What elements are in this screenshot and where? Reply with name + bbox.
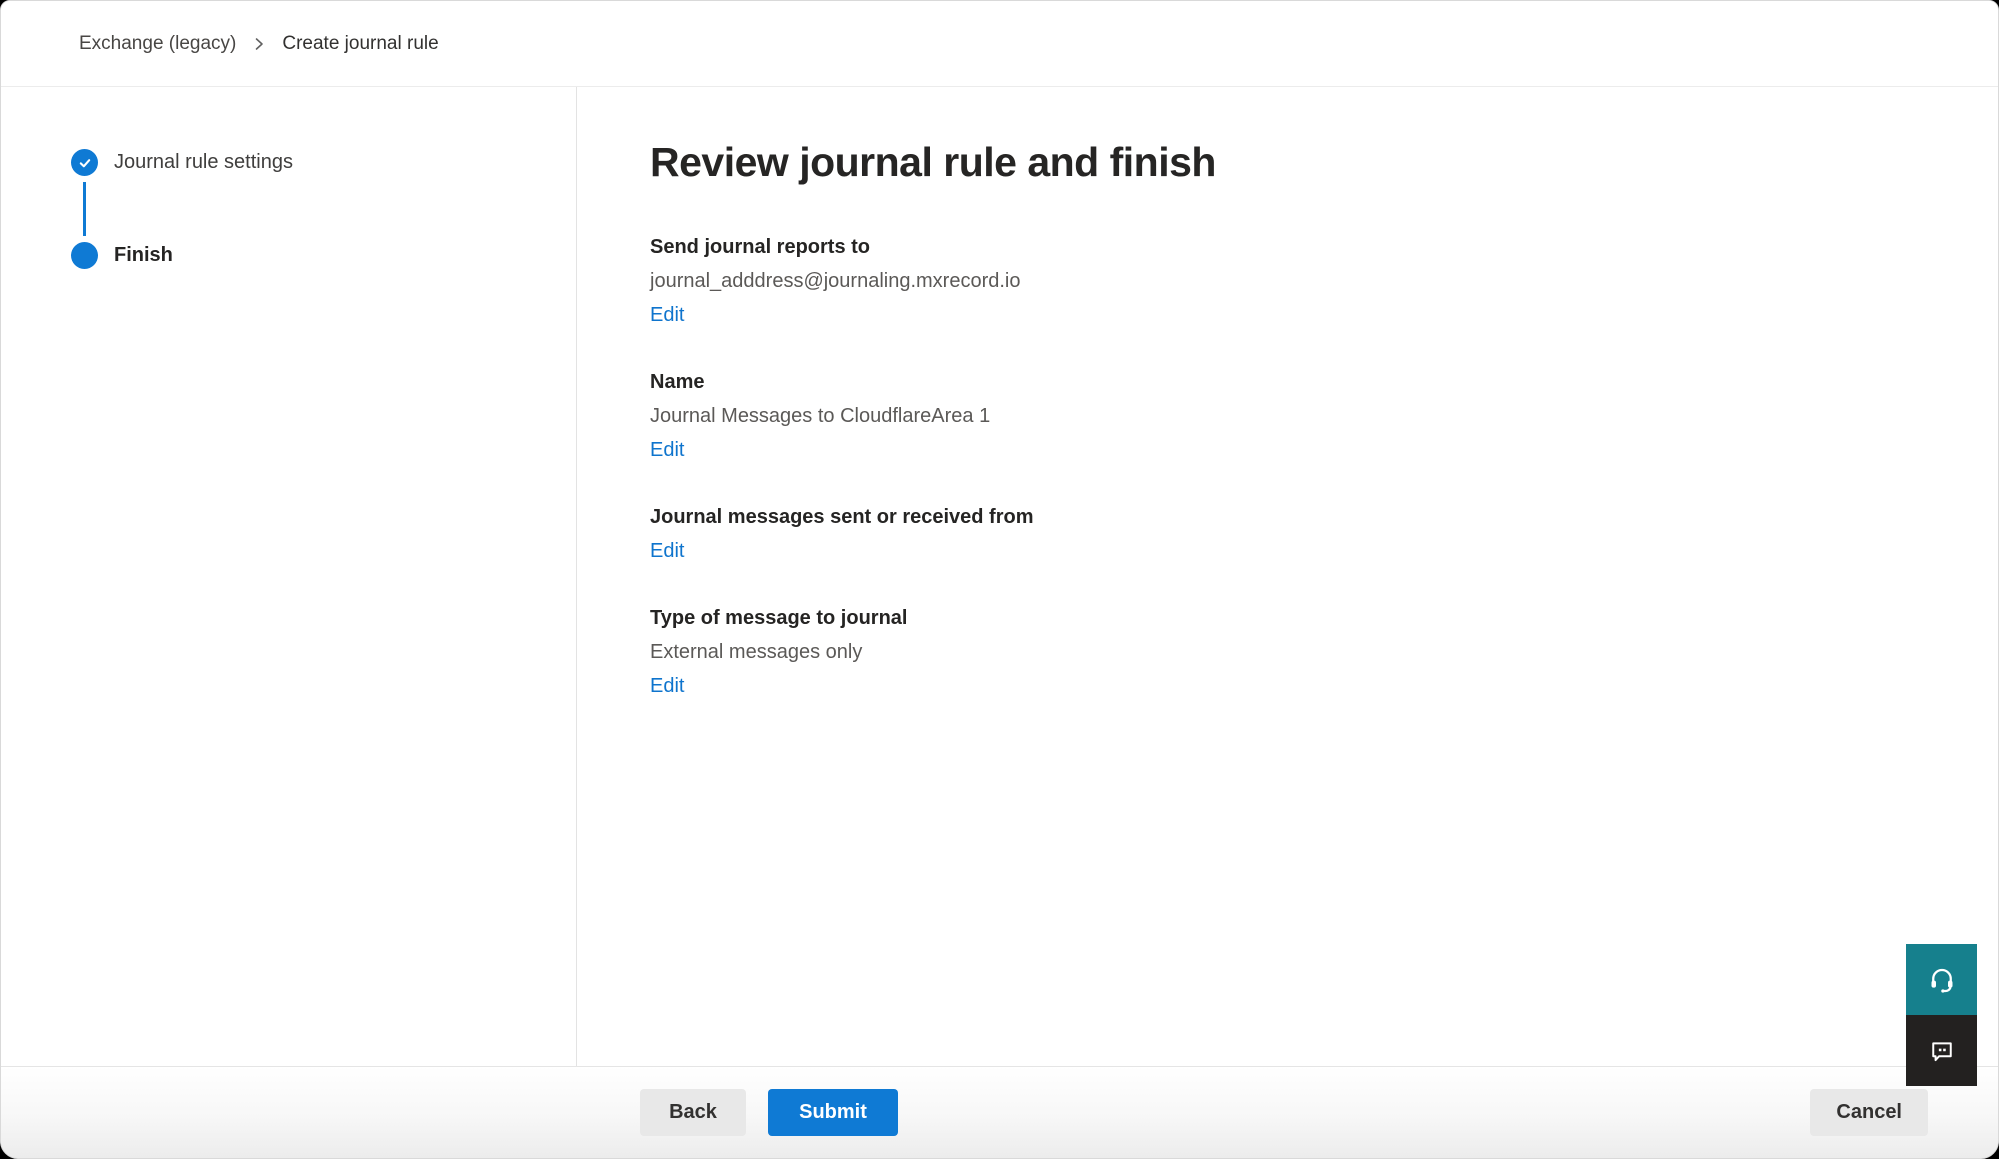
- wizard-footer: Back Submit Cancel: [1, 1066, 1998, 1158]
- help-button[interactable]: [1906, 944, 1977, 1015]
- step-journal-rule-settings[interactable]: Journal rule settings: [71, 149, 576, 176]
- section-label: Send journal reports to: [650, 230, 1918, 264]
- section-label: Name: [650, 365, 1918, 399]
- edit-link-type-of-message-to-journal[interactable]: Edit: [650, 669, 684, 703]
- wizard-body: Journal rule settings Finish Review jour…: [1, 87, 1998, 1066]
- section-value: Journal Messages to CloudflareArea 1: [650, 399, 1918, 433]
- filled-circle-icon: [71, 242, 98, 269]
- submit-button[interactable]: Submit: [768, 1089, 898, 1136]
- section-value: journal_adddress@journaling.mxrecord.io: [650, 264, 1918, 298]
- page-title: Review journal rule and finish: [650, 139, 1918, 186]
- breadcrumb-exchange-legacy[interactable]: Exchange (legacy): [79, 33, 236, 55]
- section-label: Journal messages sent or received from: [650, 500, 1918, 534]
- floating-side-buttons: [1906, 944, 1977, 1086]
- chevron-right-icon: [252, 37, 266, 51]
- review-panel: Review journal rule and finish Send jour…: [577, 87, 1998, 1066]
- step-connector: [83, 182, 86, 236]
- review-section-journal-messages-sent-or-received-from: Journal messages sent or received from E…: [650, 500, 1918, 568]
- review-section-type-of-message-to-journal: Type of message to journal External mess…: [650, 601, 1918, 703]
- edit-link-send-journal-reports-to[interactable]: Edit: [650, 298, 684, 332]
- headset-icon: [1927, 965, 1957, 995]
- wizard-steps-panel: Journal rule settings Finish: [1, 87, 577, 1066]
- step-label-journal-rule-settings: Journal rule settings: [114, 151, 293, 174]
- checkmark-circle-icon: [71, 149, 98, 176]
- step-finish[interactable]: Finish: [71, 242, 576, 269]
- review-section-name: Name Journal Messages to CloudflareArea …: [650, 365, 1918, 467]
- chat-bubble-icon: [1928, 1037, 1956, 1065]
- section-value: External messages only: [650, 635, 1918, 669]
- cancel-button[interactable]: Cancel: [1810, 1089, 1928, 1136]
- edit-link-journal-messages-sent-or-received-from[interactable]: Edit: [650, 534, 684, 568]
- step-label-finish: Finish: [114, 244, 173, 267]
- footer-left-actions: Back Submit: [640, 1089, 898, 1136]
- exchange-admin-window: Exchange (legacy) Create journal rule Jo…: [0, 0, 1999, 1159]
- edit-link-name[interactable]: Edit: [650, 433, 684, 467]
- breadcrumb: Exchange (legacy) Create journal rule: [1, 1, 1998, 87]
- back-button[interactable]: Back: [640, 1089, 746, 1136]
- feedback-button[interactable]: [1906, 1015, 1977, 1086]
- review-section-send-journal-reports-to: Send journal reports to journal_adddress…: [650, 230, 1918, 332]
- section-label: Type of message to journal: [650, 601, 1918, 635]
- breadcrumb-create-journal-rule: Create journal rule: [282, 33, 438, 55]
